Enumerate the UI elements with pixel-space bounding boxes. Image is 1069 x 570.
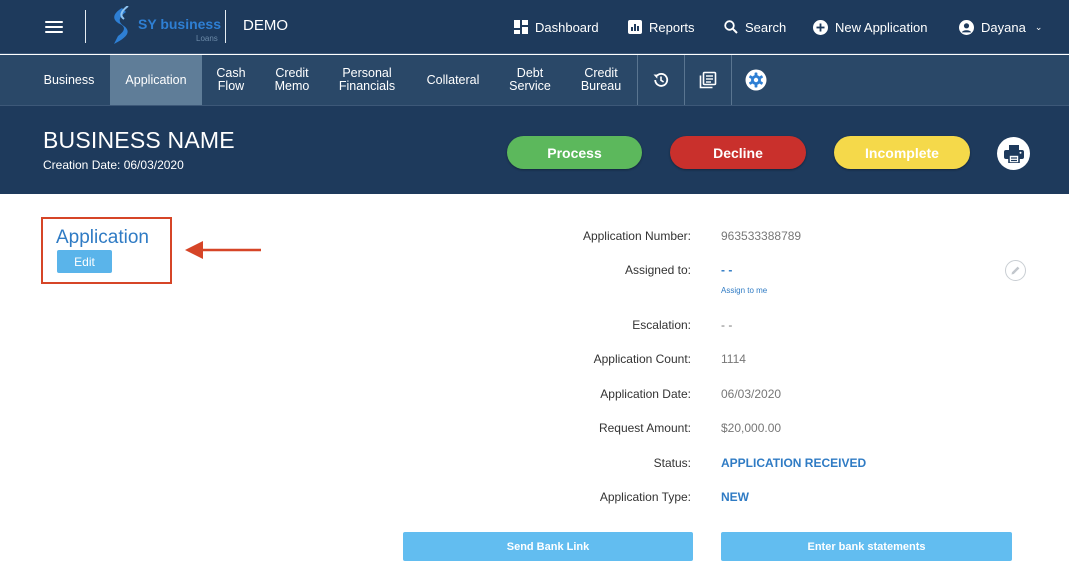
application-count-label: Application Count: xyxy=(593,352,691,366)
nav-search-label: Search xyxy=(745,19,787,35)
tab-label: Cash Flow xyxy=(216,66,246,93)
application-count-value: 1114 xyxy=(721,352,746,366)
tab-credit-bureau[interactable]: Credit Bureau xyxy=(572,55,630,105)
edit-assignment-button[interactable] xyxy=(1005,260,1026,281)
edit-button[interactable]: Edit xyxy=(57,250,112,273)
assigned-to-label: Assigned to: xyxy=(624,263,691,277)
brand-sub: Loans xyxy=(196,34,218,43)
nav-new-application[interactable]: New Application xyxy=(813,0,928,54)
application-type-value: NEW xyxy=(721,490,749,504)
creation-date: Creation Date: 06/03/2020 xyxy=(43,158,184,172)
brand-name: SY business xyxy=(138,16,222,32)
plus-circle-icon xyxy=(813,19,828,35)
assign-to-me-link[interactable]: Assign to me xyxy=(721,286,767,295)
pencil-icon xyxy=(1011,266,1020,275)
tab-history[interactable] xyxy=(638,55,684,105)
tab-label: Business xyxy=(43,72,95,87)
tab-label: Credit Bureau xyxy=(580,66,622,93)
nav-reports-label: Reports xyxy=(649,19,695,35)
divider xyxy=(85,10,86,43)
process-button[interactable]: Process xyxy=(507,136,642,169)
tab-label: Debt Service xyxy=(509,66,551,93)
request-amount-label: Request Amount: xyxy=(598,421,691,435)
application-date-value: 06/03/2020 xyxy=(721,387,782,401)
tab-business[interactable]: Business xyxy=(30,55,108,105)
printer-icon xyxy=(1003,144,1024,163)
reports-icon xyxy=(628,20,642,34)
tab-credit-memo[interactable]: Credit Memo xyxy=(264,55,320,105)
business-header: BUSINESS NAME Creation Date: 06/03/2020 … xyxy=(0,105,1069,194)
tab-personal-financials[interactable]: Personal Financials xyxy=(330,55,404,105)
section-title: Application xyxy=(56,227,149,248)
user-name: Dayana xyxy=(981,19,1026,35)
escalation-value: - - xyxy=(721,318,733,332)
tab-collateral[interactable]: Collateral xyxy=(414,55,492,105)
logo-mark-icon xyxy=(114,6,129,44)
arrow-annotation-icon xyxy=(185,241,261,259)
user-icon xyxy=(959,19,974,35)
send-bank-link-button[interactable]: Send Bank Link xyxy=(403,532,693,561)
documents-icon xyxy=(699,71,717,89)
business-name: BUSINESS NAME xyxy=(43,127,235,153)
tab-label: Credit Memo xyxy=(274,66,310,93)
status-value: APPLICATION RECEIVED xyxy=(721,456,867,470)
application-number-label: Application Number: xyxy=(582,229,691,243)
incomplete-button[interactable]: Incomplete xyxy=(834,136,970,169)
escalation-label: Escalation: xyxy=(632,318,691,332)
user-menu[interactable]: Dayana ⌄ xyxy=(959,0,1042,54)
tab-label: Personal Financials xyxy=(338,66,396,93)
divider xyxy=(225,10,226,43)
status-label: Status: xyxy=(653,456,691,470)
history-icon xyxy=(653,73,669,87)
application-date-label: Application Date: xyxy=(600,387,691,401)
request-amount-value: $20,000.00 xyxy=(721,421,782,435)
brand-logo[interactable]: SY business Loans xyxy=(104,6,224,46)
section-tabs: Business Application Cash Flow Credit Me… xyxy=(0,55,1069,105)
nav-new-application-label: New Application xyxy=(835,19,928,35)
application-type-label: Application Type: xyxy=(599,490,691,504)
assigned-to-value: - - xyxy=(721,263,733,277)
nav-dashboard-label: Dashboard xyxy=(535,19,599,35)
tab-label: Collateral xyxy=(426,72,480,87)
chevron-down-icon: ⌄ xyxy=(1034,21,1043,32)
environment-label: DEMO xyxy=(243,17,288,34)
tab-debt-service[interactable]: Debt Service xyxy=(502,55,558,105)
top-bar: SY business Loans DEMO Dashboard Reports… xyxy=(0,0,1069,54)
tab-cash-flow[interactable]: Cash Flow xyxy=(205,55,257,105)
nav-search[interactable]: Search xyxy=(724,0,786,54)
enter-bank-statements-button[interactable]: Enter bank statements xyxy=(721,532,1012,561)
nav-reports[interactable]: Reports xyxy=(628,0,695,54)
tab-settings[interactable] xyxy=(732,55,780,105)
nav-dashboard[interactable]: Dashboard xyxy=(514,0,599,54)
tab-documents[interactable] xyxy=(685,55,731,105)
application-number-value: 963533388789 xyxy=(721,229,802,243)
search-icon xyxy=(724,20,738,34)
tab-application[interactable]: Application xyxy=(110,55,202,105)
hamburger-menu-icon[interactable] xyxy=(40,15,68,39)
decline-button[interactable]: Decline xyxy=(670,136,806,169)
print-button[interactable] xyxy=(997,137,1030,170)
settings-icon xyxy=(745,69,767,91)
tab-label: Application xyxy=(125,72,187,87)
dashboard-icon xyxy=(514,20,528,34)
